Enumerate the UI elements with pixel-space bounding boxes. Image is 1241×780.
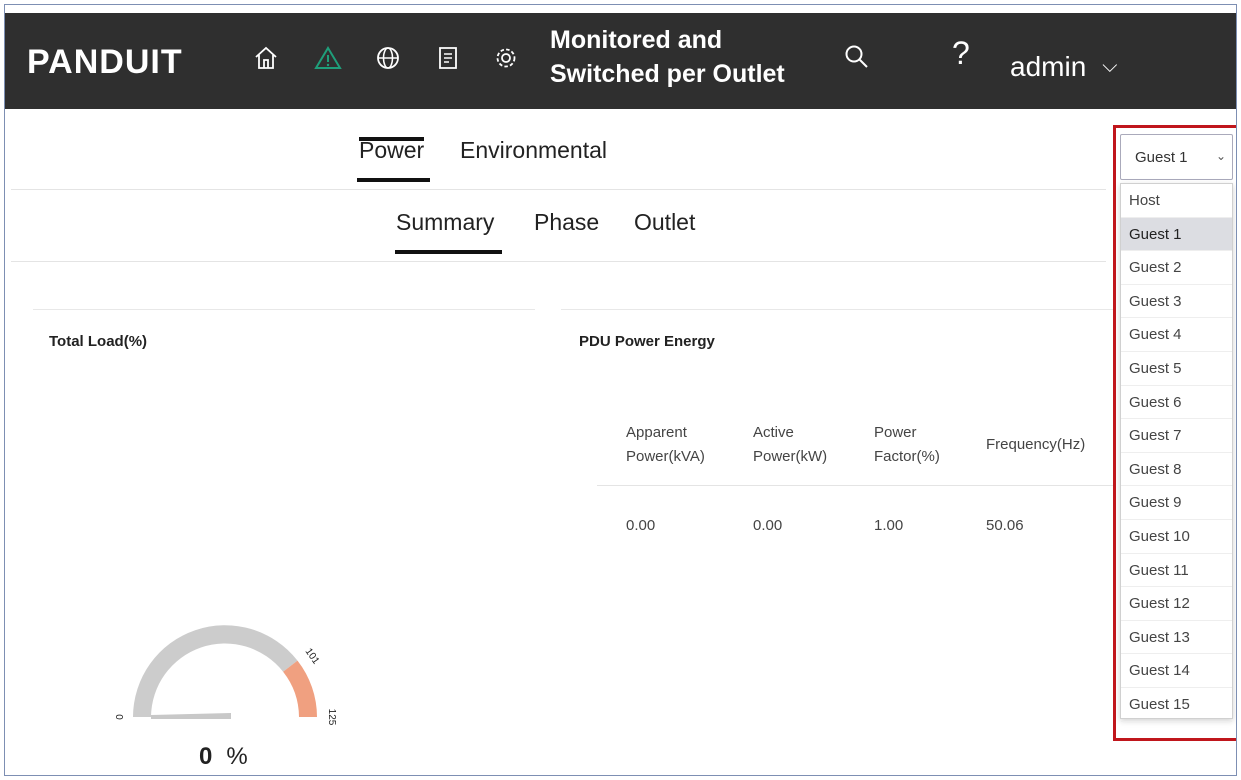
value-apparent-power: 0.00 (626, 517, 656, 534)
table-header-divider (597, 485, 1113, 486)
top-navigation-bar: PANDUIT Monitored and Switched per Outle… (5, 13, 1236, 109)
gauge-warn-band (283, 660, 317, 717)
value-frequency: 50.06 (986, 517, 1024, 534)
value-active-power: 0.00 (753, 517, 783, 534)
warning-icon[interactable] (313, 43, 343, 73)
settings-icon[interactable] (491, 43, 521, 73)
help-button[interactable]: ? (952, 35, 970, 72)
tab-power-underline (357, 178, 430, 182)
card-border (33, 309, 535, 310)
total-load-gauge: 0 101 125 (115, 625, 337, 726)
col-header-active-power: Active Power(kW) (753, 424, 828, 465)
value-power-factor: 1.00 (874, 517, 904, 534)
panduit-logo: PANDUIT (27, 43, 183, 81)
gauge-min-label: 0 (115, 714, 126, 720)
user-name: admin (1010, 51, 1087, 82)
tab-phase[interactable]: Phase (534, 209, 599, 236)
gauge-track (133, 625, 298, 717)
tab-summary[interactable]: Summary (396, 209, 494, 236)
document-icon[interactable] (433, 43, 463, 73)
app-frame: PANDUIT Monitored and Switched per Outle… (4, 4, 1237, 776)
chevron-down-icon: ⌵ (1102, 55, 1118, 77)
total-load-title: Total Load(%) (49, 333, 148, 350)
tab-summary-underline (395, 250, 502, 254)
divider (11, 189, 1106, 190)
col-header-apparent-power: Apparent Power(kVA) (626, 424, 705, 465)
search-icon[interactable] (843, 43, 873, 73)
col-header-frequency: Frequency(Hz) (986, 436, 1086, 453)
card-border (561, 309, 1113, 310)
total-load-value: 0% (199, 743, 248, 770)
pdu-energy-title: PDU Power Energy (579, 333, 715, 350)
globe-icon[interactable] (373, 43, 403, 73)
divider (11, 261, 1106, 262)
page-title: Monitored and Switched per Outlet (550, 26, 785, 88)
col-header-power-factor: Power Factor(%) (874, 424, 940, 465)
gauge-warn-label: 101 (303, 646, 322, 666)
gauge-needle (151, 713, 231, 719)
tab-outlet[interactable]: Outlet (634, 209, 695, 236)
home-icon[interactable] (251, 43, 281, 73)
gauge-max-label: 125 (326, 709, 337, 726)
highlight-annotation (1113, 125, 1236, 741)
user-menu[interactable]: admin ⌵ (1010, 51, 1117, 83)
tab-environmental[interactable]: Environmental (460, 137, 607, 164)
tab-power[interactable]: Power (359, 137, 425, 164)
